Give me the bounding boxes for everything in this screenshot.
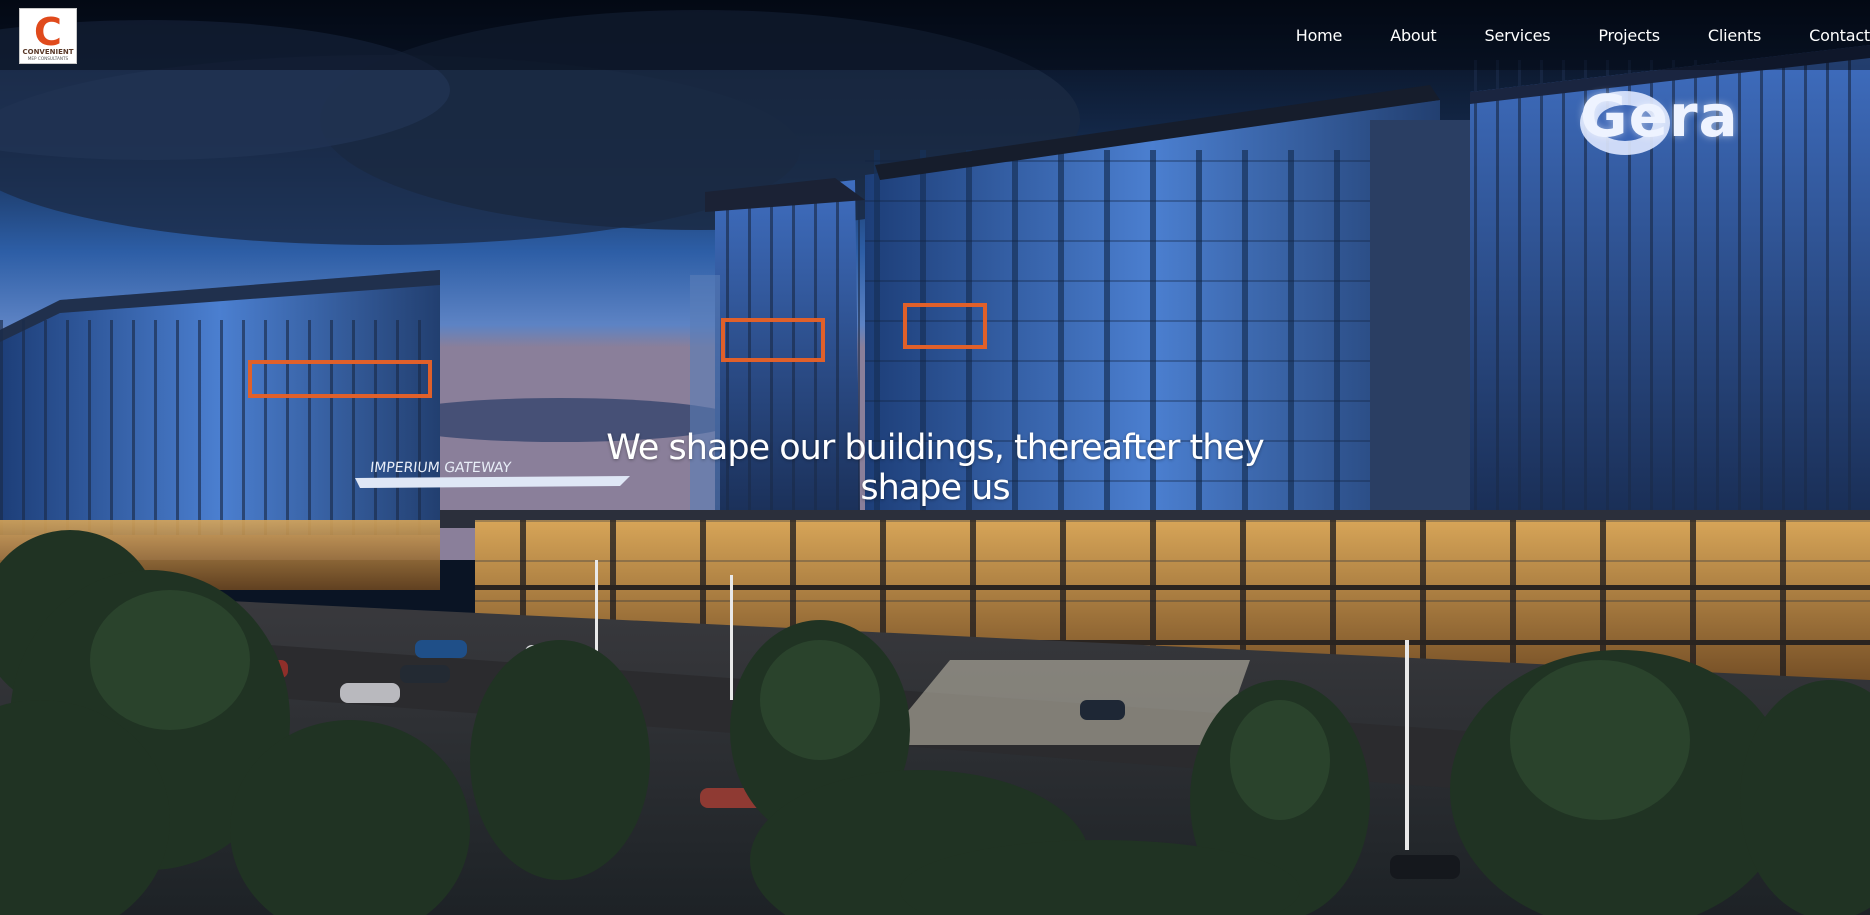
- logo-mark-icon: C CONVENIENT MEP CONSULTANTS: [20, 9, 76, 63]
- hero-caption-line-1: We shape our buildings, thereafter they: [606, 428, 1264, 468]
- nav-contact-link[interactable]: Contact: [1809, 24, 1870, 48]
- logo-name: CONVENIENT: [22, 48, 73, 56]
- logo-tagline: MEP CONSULTANTS: [28, 56, 69, 61]
- nav-projects-link[interactable]: Projects: [1598, 24, 1660, 48]
- company-logo[interactable]: C CONVENIENT MEP CONSULTANTS: [19, 8, 77, 64]
- nav-about-link[interactable]: About: [1390, 24, 1437, 48]
- hero-caption-line-2: shape us: [860, 468, 1010, 508]
- nav-home-link[interactable]: Home: [1296, 24, 1343, 48]
- hero-section: C CONVENIENT MEP CONSULTANTS Home About …: [0, 0, 1870, 915]
- hero-caption: We shape our buildings, thereafter they …: [585, 428, 1285, 508]
- nav-clients-link[interactable]: Clients: [1708, 24, 1761, 48]
- nav-services-link[interactable]: Services: [1485, 24, 1551, 48]
- building-sign: Gera: [1580, 82, 1739, 150]
- gateway-sign: IMPERIUM GATEWAY: [369, 460, 512, 476]
- main-nav: Home About Services Projects Clients Con…: [1248, 24, 1870, 48]
